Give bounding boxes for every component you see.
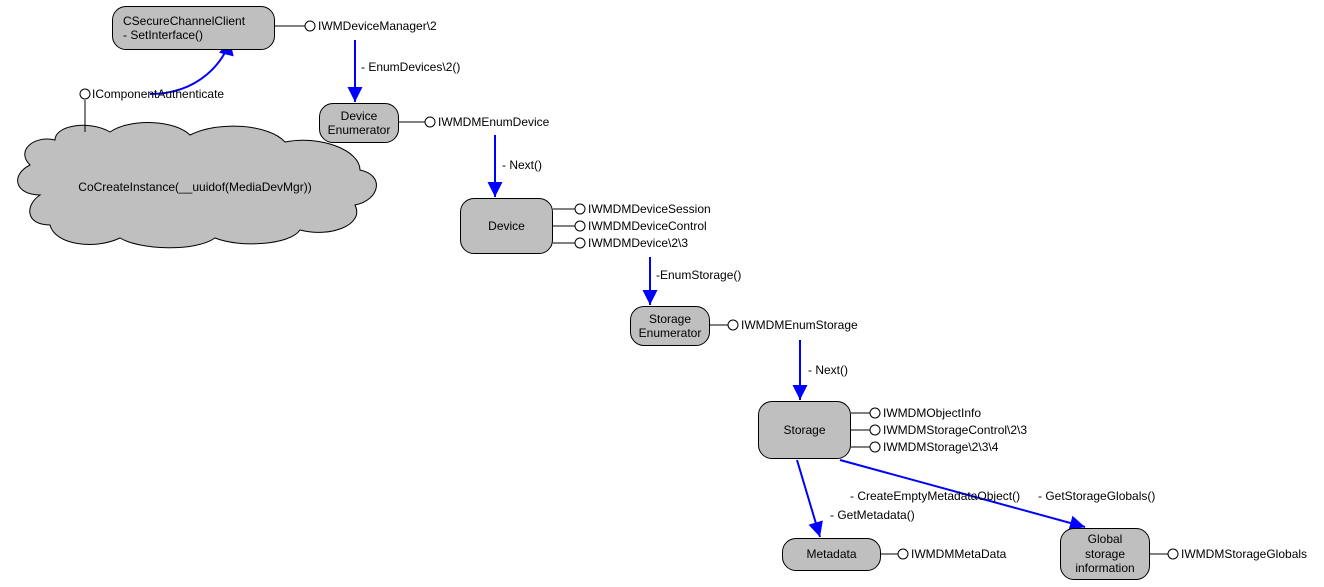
- edge-next1: - Next(): [502, 158, 542, 172]
- edge-next2: - Next(): [808, 363, 848, 377]
- node-device-enumerator: Device Enumerator: [319, 103, 399, 143]
- node-device: Device: [460, 198, 553, 254]
- iface-iwmdevicemanager: IWMDeviceManager\2: [318, 19, 437, 33]
- edge-getstorageglobals: - GetStorageGlobals(): [1038, 489, 1155, 503]
- iface-iwmdmstorage: IWMDMStorage\2\3\4: [883, 440, 998, 454]
- iface-iwmdmenumdevice: IWMDMEnumDevice: [438, 115, 549, 129]
- edge-getmetadata: - GetMetadata(): [830, 508, 915, 522]
- cloud-cocreateinstance: CoCreateInstance(__uuidof(MediaDevMgr)): [40, 180, 350, 194]
- iface-iwmdmdevicecontrol: IWMDMDeviceControl: [588, 219, 707, 233]
- iface-iwmdmstoragecontrol: IWMDMStorageControl\2\3: [883, 423, 1027, 437]
- edge-createemptymetadata: - CreateEmptyMetadataObject(): [850, 489, 1020, 503]
- iface-iwmdmdevice: IWMDMDevice\2\3: [588, 236, 688, 250]
- edge-enumstorage: -EnumStorage(): [656, 268, 741, 282]
- iface-iwmdmstorageglobals: IWMDMStorageGlobals: [1181, 547, 1307, 561]
- iface-iwmdmenumstorage: IWMDMEnumStorage: [741, 318, 858, 332]
- node-secure-channel-client: CSecureChannelClient - SetInterface(): [112, 6, 275, 50]
- iface-iwmdmdevicesession: IWMDMDeviceSession: [588, 202, 711, 216]
- node-metadata: Metadata: [782, 538, 881, 571]
- edge-enumdevices: - EnumDevices\2(): [361, 60, 460, 74]
- iface-iwmdmmetadata: IWMDMMetaData: [911, 547, 1006, 561]
- iface-iwmdmobjectinfo: IWMDMObjectInfo: [883, 406, 981, 420]
- node-storage: Storage: [758, 401, 851, 459]
- node-storage-enumerator: Storage Enumerator: [630, 306, 710, 346]
- iface-icomponentauthenticate: IComponentAuthenticate: [92, 87, 224, 101]
- node-global-storage-info: Global storage information: [1060, 528, 1150, 580]
